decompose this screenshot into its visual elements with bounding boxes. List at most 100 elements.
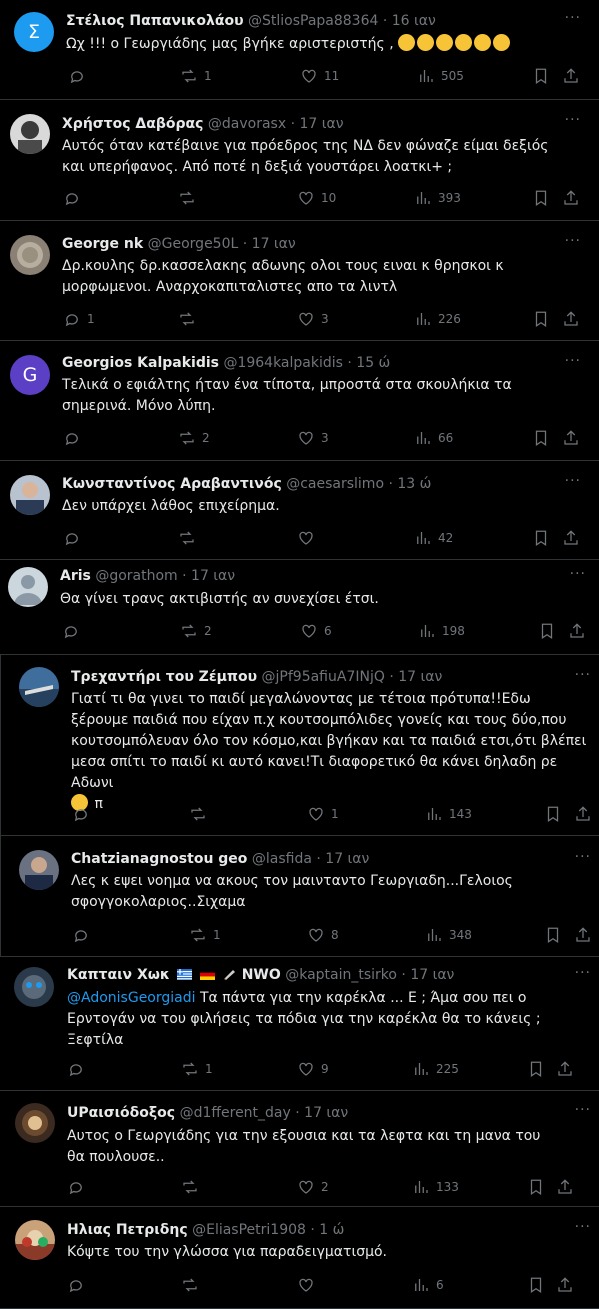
like-button[interactable]: 10: [297, 189, 336, 207]
author-handle[interactable]: @d1fferent_day: [180, 1105, 291, 1121]
author-name[interactable]: Aris: [60, 568, 91, 584]
more-options-icon[interactable]: ···: [575, 965, 591, 981]
views-button[interactable]: 66: [414, 429, 453, 447]
avatar[interactable]: G: [10, 355, 50, 395]
timestamp[interactable]: 17 ιαν: [325, 851, 369, 867]
tweet[interactable]: Aris @gorathom · 17 ιαν ··· Θα γίνει τρα…: [0, 560, 599, 655]
timestamp[interactable]: 16 ιαν: [392, 13, 436, 29]
retweet-button[interactable]: 2: [178, 429, 210, 447]
share-button[interactable]: [574, 926, 592, 944]
avatar[interactable]: [8, 567, 48, 607]
more-options-icon[interactable]: ···: [575, 667, 591, 683]
author-handle[interactable]: @caesarslimo: [286, 476, 384, 492]
like-button[interactable]: 3: [297, 310, 329, 328]
like-button[interactable]: 8: [307, 926, 339, 944]
author-handle[interactable]: @George50L: [148, 236, 239, 252]
timestamp[interactable]: 17 ιαν: [398, 669, 442, 685]
tweet[interactable]: Καπταιν Χωκ NWO @kaptain_tsirko · 17 ιαν…: [0, 957, 599, 1091]
author-handle[interactable]: @gorathom: [95, 568, 177, 584]
more-options-icon[interactable]: ···: [565, 233, 581, 249]
tweet[interactable]: Σ Στέλιος Παπανικολάου @StliosPapa88364 …: [0, 0, 599, 100]
share-button[interactable]: [562, 67, 580, 85]
like-button[interactable]: 6: [300, 622, 332, 640]
reply-button[interactable]: [63, 189, 87, 207]
avatar[interactable]: [14, 967, 54, 1007]
tweet[interactable]: Chatzianagnostou geo @lasfida · 17 ιαν ·…: [0, 836, 599, 957]
timestamp[interactable]: 17 ιαν: [300, 116, 344, 132]
timestamp[interactable]: 1 ώ: [319, 1222, 344, 1238]
avatar[interactable]: Σ: [14, 12, 54, 52]
more-options-icon[interactable]: ···: [570, 566, 586, 582]
retweet-button[interactable]: [178, 310, 202, 328]
timestamp[interactable]: 17 ιαν: [410, 967, 454, 983]
views-button[interactable]: 226: [414, 310, 461, 328]
author-name[interactable]: Στέλιος Παπανικολάου: [66, 13, 244, 29]
views-button[interactable]: 198: [418, 622, 465, 640]
reply-button[interactable]: [63, 429, 87, 447]
author-name[interactable]: Τρεχαντήρι του Ζέμπου: [71, 669, 257, 685]
reply-button[interactable]: [67, 1178, 91, 1196]
author-name[interactable]: Georgios Kalpakidis: [62, 355, 219, 371]
share-button[interactable]: [556, 1178, 574, 1196]
more-options-icon[interactable]: ···: [565, 473, 581, 489]
more-options-icon[interactable]: ···: [575, 1219, 591, 1235]
bookmark-button[interactable]: [532, 189, 550, 207]
share-button[interactable]: [574, 805, 592, 823]
tweet[interactable]: Κωνσταντίνος Αραβαντινός @caesarslimo · …: [0, 461, 599, 560]
retweet-button[interactable]: [189, 805, 213, 823]
retweet-button[interactable]: 1: [180, 67, 212, 85]
author-handle[interactable]: @lasfida: [252, 851, 312, 867]
reply-button[interactable]: [67, 1276, 91, 1294]
avatar[interactable]: [15, 1103, 55, 1143]
author-handle[interactable]: @StliosPapa88364: [248, 13, 378, 29]
bookmark-button[interactable]: [538, 622, 556, 640]
reply-button[interactable]: [62, 622, 86, 640]
more-options-icon[interactable]: ···: [565, 353, 581, 369]
views-button[interactable]: 143: [425, 805, 472, 823]
author-name[interactable]: Ηλιας Πετριδης: [67, 1222, 188, 1238]
timestamp[interactable]: 17 ιαν: [304, 1105, 348, 1121]
retweet-button[interactable]: [178, 529, 202, 547]
timestamp[interactable]: 17 ιαν: [252, 236, 296, 252]
like-button[interactable]: 3: [297, 429, 329, 447]
more-options-icon[interactable]: ···: [565, 112, 581, 128]
author-handle[interactable]: @1964kalpakidis: [223, 355, 343, 371]
reply-button[interactable]: [67, 1060, 91, 1078]
views-button[interactable]: 133: [412, 1178, 459, 1196]
author-handle[interactable]: @davorasx: [208, 116, 286, 132]
avatar[interactable]: [19, 850, 59, 890]
retweet-button[interactable]: 1: [181, 1060, 213, 1078]
reply-button[interactable]: [68, 67, 92, 85]
like-button[interactable]: 9: [297, 1060, 329, 1078]
more-options-icon[interactable]: ···: [565, 10, 581, 26]
bookmark-button[interactable]: [544, 805, 562, 823]
author-handle[interactable]: @kaptain_tsirko: [285, 967, 397, 983]
bookmark-button[interactable]: [527, 1060, 545, 1078]
tweet[interactable]: UPαισιόδοξος @d1fferent_day · 17 ιαν ···…: [0, 1091, 599, 1207]
tweet[interactable]: Τρεχαντήρι του Ζέμπου @jPf95afiuA7INjQ ·…: [0, 655, 599, 836]
views-button[interactable]: 505: [417, 67, 464, 85]
avatar[interactable]: [19, 667, 59, 707]
like-button[interactable]: 11: [300, 67, 339, 85]
author-name[interactable]: Χρήστος Δαβόρας: [62, 116, 203, 132]
share-button[interactable]: [562, 429, 580, 447]
retweet-button[interactable]: 1: [189, 926, 221, 944]
share-button[interactable]: [556, 1060, 574, 1078]
author-name[interactable]: Κωνσταντίνος Αραβαντινός: [62, 476, 282, 492]
bookmark-button[interactable]: [527, 1178, 545, 1196]
author-name[interactable]: UPαισιόδοξος: [67, 1105, 175, 1121]
avatar[interactable]: [10, 114, 50, 154]
retweet-button[interactable]: [178, 189, 202, 207]
reply-button[interactable]: [72, 926, 96, 944]
views-button[interactable]: 225: [412, 1060, 459, 1078]
avatar[interactable]: [10, 475, 50, 515]
retweet-button[interactable]: 2: [180, 622, 212, 640]
bookmark-button[interactable]: [532, 529, 550, 547]
author-name[interactable]: George nk: [62, 236, 143, 252]
retweet-button[interactable]: [181, 1178, 205, 1196]
share-button[interactable]: [562, 310, 580, 328]
more-options-icon[interactable]: ···: [575, 1102, 591, 1118]
timestamp[interactable]: 15 ώ: [356, 355, 390, 371]
reply-button[interactable]: 1: [63, 310, 95, 328]
share-button[interactable]: [562, 189, 580, 207]
